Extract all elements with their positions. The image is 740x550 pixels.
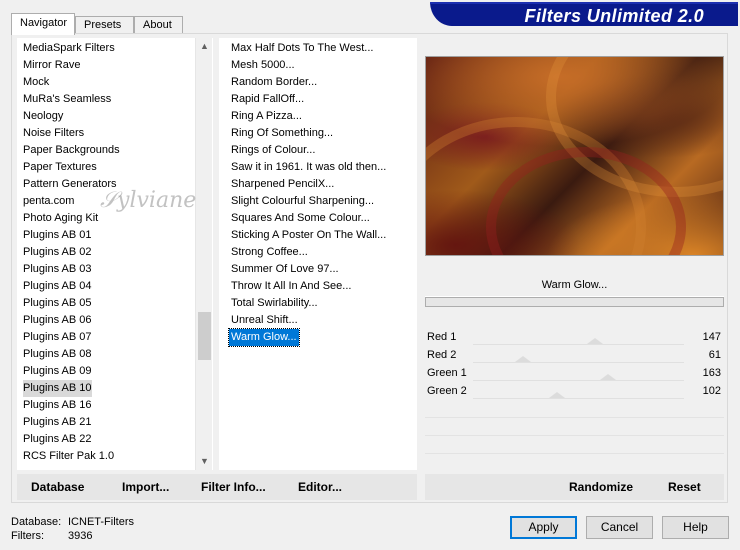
category-item[interactable]: MuRa's Seamless: [23, 91, 111, 108]
tab-navigator[interactable]: Navigator: [11, 13, 75, 35]
filter-item[interactable]: Summer Of Love 97...: [231, 261, 339, 278]
category-item[interactable]: Plugins AB 22: [23, 431, 92, 448]
slider-thumb[interactable]: [586, 338, 603, 344]
scroll-down-icon[interactable]: ▼: [196, 453, 213, 470]
param-row-green-1[interactable]: Green 1 163: [425, 365, 724, 383]
slider-thumb[interactable]: [599, 374, 616, 380]
category-item[interactable]: Plugins AB 08: [23, 346, 92, 363]
param-value: 61: [708, 349, 721, 361]
param-row-red-1[interactable]: Red 1 147: [425, 329, 724, 347]
category-item[interactable]: Plugins AB 09: [23, 363, 92, 380]
filter-item[interactable]: Mesh 5000...: [231, 57, 295, 74]
filter-item[interactable]: Ring A Pizza...: [231, 108, 302, 125]
filter-list[interactable]: Max Half Dots To The West... Mesh 5000...…: [219, 38, 417, 470]
category-item[interactable]: Plugins AB 21: [23, 414, 92, 431]
preview-image: [425, 56, 724, 256]
category-item[interactable]: Plugins AB 01: [23, 227, 92, 244]
param-row-green-2[interactable]: Green 2 102: [425, 383, 724, 401]
filter-item[interactable]: Squares And Some Colour...: [231, 210, 370, 227]
param-label: Red 1: [427, 331, 457, 343]
filter-progress-bar: [425, 297, 724, 307]
filter-item[interactable]: Ring Of Something...: [231, 125, 333, 142]
reset-button[interactable]: Reset: [668, 480, 701, 494]
filter-item[interactable]: Throw It All In And See...: [231, 278, 351, 295]
param-row-red-2[interactable]: Red 2 61: [425, 347, 724, 365]
param-value: 147: [702, 331, 721, 343]
apply-button[interactable]: Apply: [510, 516, 577, 539]
list-action-bar: Database Import... Filter Info... Editor…: [17, 474, 417, 500]
param-value: 102: [702, 385, 721, 397]
category-item[interactable]: penta.com: [23, 193, 74, 210]
filter-item[interactable]: Warm Glow...: [228, 328, 300, 347]
category-item[interactable]: Plugins AB 06: [23, 312, 92, 329]
watermark-logo: 𝒮ylviane: [100, 188, 197, 213]
slider-track[interactable]: [473, 362, 684, 363]
category-item[interactable]: Mock: [23, 74, 49, 91]
filter-item[interactable]: Rapid FallOff...: [231, 91, 304, 108]
category-item[interactable]: Plugins AB 04: [23, 278, 92, 295]
filter-item[interactable]: Unreal Shift...: [231, 312, 298, 329]
database-label: Database:: [11, 516, 62, 528]
database-button[interactable]: Database: [31, 480, 84, 494]
filter-item[interactable]: Total Swirlability...: [231, 295, 318, 312]
category-item[interactable]: Neology: [23, 108, 63, 125]
filter-info-button[interactable]: Filter Info...: [201, 480, 266, 494]
slider-track[interactable]: [473, 380, 684, 381]
category-item[interactable]: RCS Filter Pak 1.0: [23, 448, 114, 465]
param-value: 163: [702, 367, 721, 379]
slider-track[interactable]: [473, 398, 684, 399]
category-item[interactable]: Plugins AB 05: [23, 295, 92, 312]
randomize-button[interactable]: Randomize: [569, 480, 633, 494]
param-label: Green 1: [427, 367, 467, 379]
filter-item[interactable]: Random Border...: [231, 74, 317, 91]
category-item[interactable]: Plugins AB 16: [23, 397, 92, 414]
scrollbar-thumb[interactable]: [198, 312, 211, 360]
banner-title: Filters Unlimited 2.0: [524, 6, 704, 26]
cancel-button[interactable]: Cancel: [586, 516, 653, 539]
filter-item[interactable]: Max Half Dots To The West...: [231, 40, 373, 57]
category-item[interactable]: Paper Backgrounds: [23, 142, 120, 159]
category-list[interactable]: MediaSpark Filters Mirror Rave Mock MuRa's …: [17, 38, 213, 470]
selected-filter-name: Warm Glow...: [425, 273, 724, 297]
category-item[interactable]: Plugins AB 02: [23, 244, 92, 261]
param-divider: [425, 417, 724, 418]
category-item[interactable]: Paper Textures: [23, 159, 97, 176]
help-button[interactable]: Help: [662, 516, 729, 539]
filter-item[interactable]: Saw it in 1961. It was old then...: [231, 159, 386, 176]
filters-count-label: Filters:: [11, 530, 44, 542]
category-item[interactable]: Plugins AB 03: [23, 261, 92, 278]
filter-item[interactable]: Strong Coffee...: [231, 244, 308, 261]
import-button[interactable]: Import...: [122, 480, 169, 494]
slider-thumb[interactable]: [515, 356, 532, 362]
database-value: ICNET-Filters: [68, 516, 134, 528]
slider-thumb[interactable]: [549, 392, 566, 398]
editor-button[interactable]: Editor...: [298, 480, 342, 494]
param-label: Red 2: [427, 349, 457, 361]
category-item[interactable]: MediaSpark Filters: [23, 40, 115, 57]
category-item[interactable]: Noise Filters: [23, 125, 84, 142]
category-item[interactable]: Plugins AB 07: [23, 329, 92, 346]
title-banner: Filters Unlimited 2.0: [430, 2, 738, 26]
param-action-bar: Randomize Reset: [425, 474, 724, 500]
param-label: Green 2: [427, 385, 467, 397]
filter-item[interactable]: Slight Colourful Sharpening...: [231, 193, 374, 210]
scroll-up-icon[interactable]: ▲: [196, 38, 213, 55]
category-item[interactable]: Mirror Rave: [23, 57, 80, 74]
filter-item[interactable]: Rings of Colour...: [231, 142, 315, 159]
category-scrollbar[interactable]: ▲ ▼: [195, 38, 212, 470]
filter-item[interactable]: Sharpened PencilX...: [231, 176, 334, 193]
param-divider: [425, 435, 724, 436]
filter-item[interactable]: Sticking A Poster On The Wall...: [231, 227, 386, 244]
param-divider: [425, 453, 724, 454]
category-item[interactable]: Plugins AB 10: [23, 380, 92, 397]
filters-count-value: 3936: [68, 530, 93, 542]
category-item[interactable]: Photo Aging Kit: [23, 210, 98, 227]
slider-track[interactable]: [473, 344, 684, 345]
